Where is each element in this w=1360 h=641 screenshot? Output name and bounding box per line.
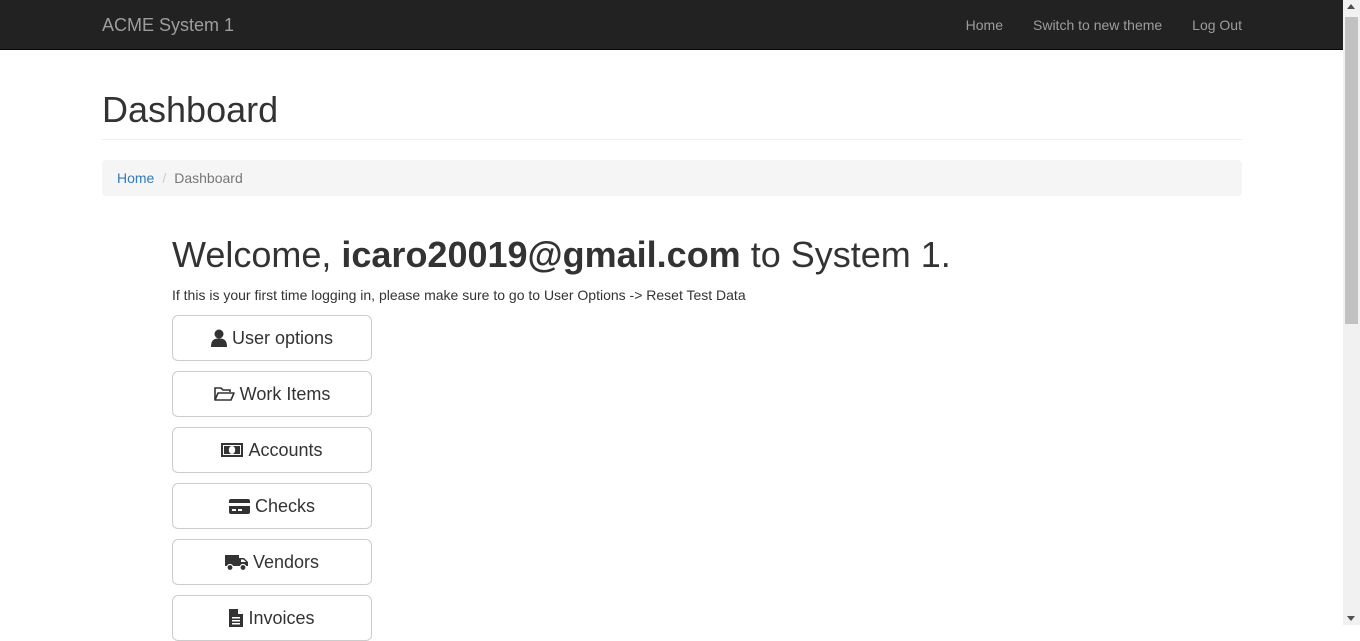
breadcrumb-current: Dashboard: [174, 170, 243, 186]
welcome-prefix: Welcome,: [172, 234, 342, 275]
top-navbar: ACME System 1 Home Switch to new theme L…: [0, 0, 1343, 50]
vendors-label: Vendors: [252, 551, 320, 572]
welcome-suffix: to System 1.: [740, 234, 951, 275]
nav-logout-link[interactable]: Log Out: [1177, 0, 1242, 50]
brand-link[interactable]: ACME System 1: [102, 0, 234, 50]
page-title: Dashboard: [102, 89, 279, 130]
scroll-up-arrow-icon[interactable]: [1347, 4, 1355, 9]
first-login-note: If this is your first time logging in, p…: [172, 287, 746, 303]
scrollbar-thumb[interactable]: [1345, 17, 1358, 324]
nav-home-link[interactable]: Home: [951, 0, 1018, 50]
vendors-button[interactable]: Vendors: [172, 539, 372, 585]
nav-links: Home Switch to new theme Log Out: [951, 0, 1242, 50]
breadcrumb-separator: /: [162, 170, 167, 186]
welcome-heading: Welcome, icaro20019@gmail.com to System …: [172, 232, 951, 278]
breadcrumb: Home / Dashboard: [102, 160, 1242, 196]
scroll-down-arrow-icon[interactable]: [1347, 616, 1355, 621]
user-options-button[interactable]: User options: [172, 315, 372, 361]
user-options-label: User options: [231, 327, 334, 348]
checks-label: Checks: [254, 495, 316, 516]
credit-card-icon: [228, 498, 250, 514]
accounts-button[interactable]: Accounts: [172, 427, 372, 473]
truck-icon: [224, 554, 248, 571]
vertical-scrollbar[interactable]: [1343, 0, 1360, 625]
checks-button[interactable]: Checks: [172, 483, 372, 529]
accounts-label: Accounts: [248, 439, 323, 460]
work-items-button[interactable]: Work Items: [172, 371, 372, 417]
folder-open-icon: [213, 386, 235, 402]
work-items-label: Work Items: [239, 383, 331, 404]
breadcrumb-home-link[interactable]: Home: [117, 170, 154, 186]
user-icon: [210, 329, 227, 347]
invoices-label: Invoices: [248, 607, 315, 628]
invoices-button[interactable]: Invoices: [172, 595, 372, 641]
welcome-email: icaro20019@gmail.com: [341, 234, 741, 275]
money-icon: [221, 443, 244, 457]
nav-switch-theme-link[interactable]: Switch to new theme: [1018, 0, 1177, 50]
title-divider: [102, 139, 1242, 140]
file-text-icon: [229, 609, 244, 627]
